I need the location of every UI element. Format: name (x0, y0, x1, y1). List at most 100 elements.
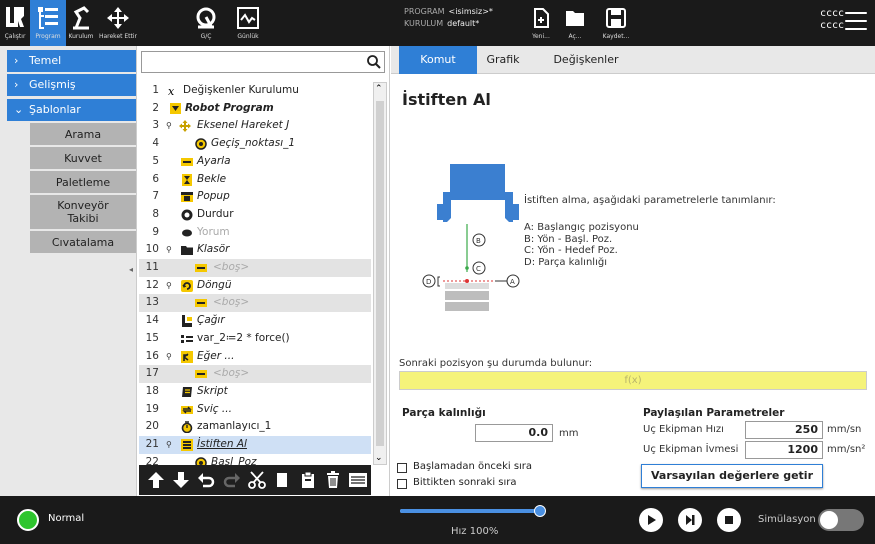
set-icon (181, 156, 193, 168)
tree-row[interactable]: 15 var_2≔2 * force() (139, 330, 371, 348)
save-program-button[interactable]: Kaydet... (596, 0, 636, 46)
tree-row[interactable]: 10 ⚲ Klasör (139, 241, 371, 259)
speed-slider[interactable] (400, 505, 546, 517)
copy-icon[interactable] (270, 467, 295, 493)
tree-row[interactable]: 18 Skript (139, 383, 371, 401)
nav-advanced[interactable]: › Gelişmiş (7, 74, 136, 96)
tab-variables[interactable]: Değişkenler (541, 46, 631, 74)
step-button[interactable] (678, 508, 702, 532)
redo-icon[interactable] (219, 467, 244, 493)
log-tab[interactable]: Günlük (230, 0, 266, 46)
open-program-button[interactable]: Aç... (560, 0, 590, 46)
line-number: 19 (145, 402, 159, 415)
tree-row[interactable]: 5 Ayarla (139, 153, 371, 171)
tree-row[interactable]: 8 Durdur (139, 206, 371, 224)
tree-row[interactable]: 1 x Değişkenler Kurulumu (139, 82, 371, 100)
tree-row[interactable]: 16 ⚲ Eğer ... (139, 348, 371, 366)
tree-row[interactable]: 4 Geçiş_noktası_1 (139, 135, 371, 153)
param-b: B: Yön - Başl. Poz. (524, 233, 613, 245)
tree-search-input[interactable] (141, 51, 385, 73)
tool-speed-input[interactable]: 250 (745, 421, 823, 439)
timer-icon (181, 421, 193, 434)
template-force[interactable]: Kuvvet (30, 147, 136, 170)
expand-pin-icon[interactable]: ⚲ (166, 277, 172, 295)
cut-icon[interactable] (244, 467, 269, 493)
template-conveyor-tracking[interactable]: Konveyör Takibi (30, 195, 136, 230)
if-icon (181, 350, 193, 363)
expand-pin-icon[interactable]: ⚲ (166, 436, 172, 454)
nav-templates[interactable]: ⌄ Şablonlar (7, 99, 136, 121)
tree-row[interactable]: 13 <boş> (139, 294, 371, 313)
tree-row[interactable]: 9 Yorum (139, 224, 371, 242)
tree-row[interactable]: 11 <boş> (139, 259, 371, 277)
part-thickness-input[interactable]: 0.0 (475, 424, 553, 442)
tree-row[interactable]: 3 ⚲ Eksenel Hareket J (139, 117, 371, 135)
line-number: 20 (145, 420, 159, 433)
tree-scrollbar[interactable]: ⌃ ⌄ (373, 82, 387, 465)
step-icon (686, 515, 695, 525)
undo-icon[interactable] (194, 467, 219, 493)
tree-row[interactable]: 2 Robot Program (139, 100, 371, 118)
expand-pin-icon[interactable]: ⚲ (166, 241, 172, 259)
template-screwdriving[interactable]: Cıvatalama (30, 231, 136, 254)
delete-icon[interactable] (320, 467, 345, 493)
tree-row[interactable]: 19 Sviç ... (139, 401, 371, 419)
simulation-toggle[interactable] (818, 509, 864, 531)
template-search[interactable]: Arama (30, 123, 136, 146)
tab-command[interactable]: Komut (399, 46, 477, 74)
nav-basic[interactable]: › Temel (7, 50, 136, 72)
tree-row[interactable]: 20 zamanlayıcı_1 (139, 418, 371, 436)
io-tab[interactable]: G/Ç (188, 0, 224, 46)
program-tree: 1 x Değişkenler Kurulumu 2 Robot Program… (139, 82, 371, 465)
expand-pin-icon[interactable]: ⚲ (166, 348, 172, 366)
play-button[interactable] (639, 508, 663, 532)
speed-slider-fill (400, 509, 540, 513)
line-number: 9 (152, 225, 159, 238)
move-tab[interactable]: Hareket Ettir (96, 0, 140, 46)
search-icon[interactable] (367, 54, 381, 73)
line-number: 16 (145, 349, 159, 362)
line-number: 12 (145, 278, 159, 291)
tab-graphics[interactable]: Grafik (477, 46, 529, 74)
tool-accel-input[interactable]: 1200 (745, 441, 823, 459)
expand-pin-icon[interactable]: ⚲ (166, 117, 172, 135)
installation-icon (70, 3, 92, 33)
stop-button[interactable] (717, 508, 741, 532)
template-palletizing[interactable]: Paletleme (30, 171, 136, 194)
robot-status-icon[interactable] (17, 509, 39, 531)
scroll-up-icon[interactable]: ⌃ (375, 84, 383, 94)
label-a: A (510, 278, 515, 286)
tree-row[interactable]: 6 Bekle (139, 171, 371, 189)
suppress-icon[interactable] (346, 467, 371, 493)
tree-row[interactable]: 17 <boş> (139, 365, 371, 383)
tree-row[interactable]: 7 Popup (139, 188, 371, 206)
new-program-button[interactable]: Yeni... (526, 0, 556, 46)
speed-slider-knob[interactable] (534, 505, 546, 517)
before-start-checkbox[interactable] (397, 463, 407, 473)
tool-speed-label: Uç Ekipman Hızı (643, 424, 724, 435)
node-label: Bekle (197, 172, 227, 185)
reset-defaults-button[interactable]: Varsayılan değerlere getir (641, 464, 823, 488)
empty-icon (195, 262, 207, 274)
paste-icon[interactable] (295, 467, 320, 493)
tree-row[interactable]: 14 Çağır (139, 312, 371, 330)
svg-text:x: x (168, 85, 175, 97)
scroll-thumb[interactable] (376, 101, 384, 446)
hamburger-menu-icon[interactable] (845, 12, 867, 32)
installation-tab[interactable]: Kurulum (66, 0, 96, 46)
tree-row[interactable]: 12 ⚲ Döngü (139, 277, 371, 295)
param-a: A: Başlangıç pozisyonu (524, 222, 639, 233)
tree-row[interactable]: 22 Başl_Poz (139, 454, 371, 465)
program-info: PROGRAM <isimsiz>* KURULUM default* (404, 6, 493, 30)
line-number: 5 (152, 154, 159, 167)
move-down-icon[interactable] (168, 467, 193, 493)
move-up-icon[interactable] (143, 467, 168, 493)
run-tab[interactable]: Çalıştır (0, 0, 30, 46)
tree-row-selected[interactable]: 21 ⚲ İstiften Al (139, 436, 371, 454)
expression-field[interactable]: f(x) (399, 371, 867, 390)
scroll-down-icon[interactable]: ⌄ (375, 453, 383, 463)
node-label: <boş> (213, 296, 250, 309)
program-tab[interactable]: Program (30, 0, 66, 46)
after-end-checkbox[interactable] (397, 479, 407, 489)
node-label: Robot Program (185, 101, 274, 114)
